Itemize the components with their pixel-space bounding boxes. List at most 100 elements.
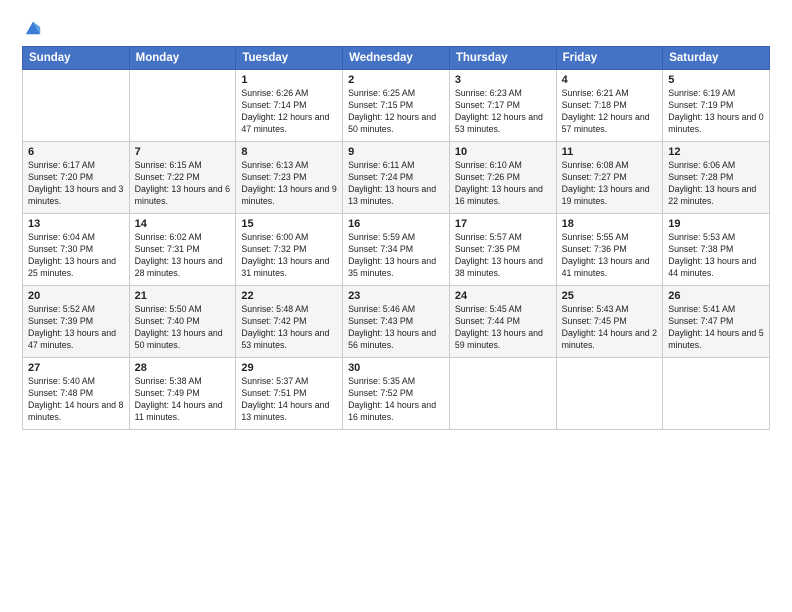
calendar-cell <box>556 358 663 430</box>
day-info: Sunrise: 5:57 AM Sunset: 7:35 PM Dayligh… <box>455 232 551 280</box>
calendar-cell: 22Sunrise: 5:48 AM Sunset: 7:42 PM Dayli… <box>236 286 343 358</box>
header-row: SundayMondayTuesdayWednesdayThursdayFrid… <box>23 47 770 70</box>
calendar-cell: 8 Sunrise: 6:13 AM Sunset: 7:23 PM Daylig… <box>236 142 343 214</box>
calendar-cell <box>129 70 236 142</box>
day-number: 2 <box>348 74 444 86</box>
day-number: 20 <box>28 290 124 302</box>
header <box>22 18 770 36</box>
day-info: Sunrise: 5:48 AM Sunset: 7:42 PM Dayligh… <box>241 304 337 352</box>
day-number: 5 <box>668 74 764 86</box>
calendar-cell: 11 Sunrise: 6:08 AM Sunset: 7:27 PM Dayli… <box>556 142 663 214</box>
calendar-cell: 6 Sunrise: 6:17 AM Sunset: 7:20 PM Daylig… <box>23 142 130 214</box>
day-info: Sunrise: 5:41 AM Sunset: 7:47 PM Dayligh… <box>668 304 764 352</box>
calendar-week-row: 20 Sunrise: 5:52 AM Sunset: 7:39 PM Dayli… <box>23 286 770 358</box>
calendar-header: SundayMondayTuesdayWednesdayThursdayFrid… <box>23 47 770 70</box>
day-number: 28 <box>135 362 231 374</box>
day-of-week-header: Thursday <box>449 47 556 70</box>
day-of-week-header: Saturday <box>663 47 770 70</box>
day-number: 17 <box>455 218 551 230</box>
calendar-cell <box>663 358 770 430</box>
day-number: 7 <box>135 146 231 158</box>
day-info: Sunrise: 5:45 AM Sunset: 7:44 PM Dayligh… <box>455 304 551 352</box>
calendar-week-row: 1Sunrise: 6:26 AM Sunset: 7:14 PM Daylig… <box>23 70 770 142</box>
calendar-cell: 3 Sunrise: 6:23 AM Sunset: 7:17 PM Daylig… <box>449 70 556 142</box>
day-info: Sunrise: 6:15 AM Sunset: 7:22 PM Dayligh… <box>135 160 231 208</box>
day-of-week-header: Wednesday <box>343 47 450 70</box>
day-info: Sunrise: 6:10 AM Sunset: 7:26 PM Dayligh… <box>455 160 551 208</box>
day-info: Sunrise: 5:55 AM Sunset: 7:36 PM Dayligh… <box>562 232 658 280</box>
calendar-week-row: 13Sunrise: 6:04 AM Sunset: 7:30 PM Dayli… <box>23 214 770 286</box>
day-info: Sunrise: 5:35 AM Sunset: 7:52 PM Dayligh… <box>348 376 444 424</box>
calendar-cell: 5 Sunrise: 6:19 AM Sunset: 7:19 PM Daylig… <box>663 70 770 142</box>
day-number: 23 <box>348 290 444 302</box>
day-info: Sunrise: 6:13 AM Sunset: 7:23 PM Dayligh… <box>241 160 337 208</box>
day-info: Sunrise: 5:38 AM Sunset: 7:49 PM Dayligh… <box>135 376 231 424</box>
day-number: 9 <box>348 146 444 158</box>
calendar-cell <box>449 358 556 430</box>
calendar-cell: 15Sunrise: 6:00 AM Sunset: 7:32 PM Dayli… <box>236 214 343 286</box>
day-info: Sunrise: 5:43 AM Sunset: 7:45 PM Dayligh… <box>562 304 658 352</box>
logo-text <box>22 18 42 36</box>
calendar-cell: 13Sunrise: 6:04 AM Sunset: 7:30 PM Dayli… <box>23 214 130 286</box>
day-number: 13 <box>28 218 124 230</box>
calendar-cell: 21Sunrise: 5:50 AM Sunset: 7:40 PM Dayli… <box>129 286 236 358</box>
logo <box>22 18 42 36</box>
calendar-cell: 29 Sunrise: 5:37 AM Sunset: 7:51 PM Dayli… <box>236 358 343 430</box>
day-info: Sunrise: 6:23 AM Sunset: 7:17 PM Dayligh… <box>455 88 551 136</box>
calendar-cell: 2 Sunrise: 6:25 AM Sunset: 7:15 PM Daylig… <box>343 70 450 142</box>
day-number: 8 <box>241 146 337 158</box>
day-number: 26 <box>668 290 764 302</box>
day-info: Sunrise: 6:21 AM Sunset: 7:18 PM Dayligh… <box>562 88 658 136</box>
day-of-week-header: Monday <box>129 47 236 70</box>
day-info: Sunrise: 5:53 AM Sunset: 7:38 PM Dayligh… <box>668 232 764 280</box>
day-number: 15 <box>241 218 337 230</box>
calendar-body: 1Sunrise: 6:26 AM Sunset: 7:14 PM Daylig… <box>23 70 770 430</box>
day-info: Sunrise: 6:11 AM Sunset: 7:24 PM Dayligh… <box>348 160 444 208</box>
calendar-cell: 9 Sunrise: 6:11 AM Sunset: 7:24 PM Daylig… <box>343 142 450 214</box>
calendar-cell: 20 Sunrise: 5:52 AM Sunset: 7:39 PM Dayli… <box>23 286 130 358</box>
day-info: Sunrise: 5:50 AM Sunset: 7:40 PM Dayligh… <box>135 304 231 352</box>
calendar-cell: 28 Sunrise: 5:38 AM Sunset: 7:49 PM Dayli… <box>129 358 236 430</box>
day-info: Sunrise: 6:17 AM Sunset: 7:20 PM Dayligh… <box>28 160 124 208</box>
calendar-cell: 30 Sunrise: 5:35 AM Sunset: 7:52 PM Dayli… <box>343 358 450 430</box>
calendar-cell: 7 Sunrise: 6:15 AM Sunset: 7:22 PM Daylig… <box>129 142 236 214</box>
day-number: 30 <box>348 362 444 374</box>
calendar-cell: 25 Sunrise: 5:43 AM Sunset: 7:45 PM Dayli… <box>556 286 663 358</box>
calendar-cell: 16Sunrise: 5:59 AM Sunset: 7:34 PM Dayli… <box>343 214 450 286</box>
day-info: Sunrise: 6:02 AM Sunset: 7:31 PM Dayligh… <box>135 232 231 280</box>
calendar-cell: 19 Sunrise: 5:53 AM Sunset: 7:38 PM Dayli… <box>663 214 770 286</box>
day-info: Sunrise: 6:06 AM Sunset: 7:28 PM Dayligh… <box>668 160 764 208</box>
day-info: Sunrise: 5:52 AM Sunset: 7:39 PM Dayligh… <box>28 304 124 352</box>
day-number: 19 <box>668 218 764 230</box>
calendar-cell: 10 Sunrise: 6:10 AM Sunset: 7:26 PM Dayli… <box>449 142 556 214</box>
day-number: 29 <box>241 362 337 374</box>
day-number: 1 <box>241 74 337 86</box>
day-number: 27 <box>28 362 124 374</box>
day-info: Sunrise: 6:08 AM Sunset: 7:27 PM Dayligh… <box>562 160 658 208</box>
day-info: Sunrise: 5:37 AM Sunset: 7:51 PM Dayligh… <box>241 376 337 424</box>
page: SundayMondayTuesdayWednesdayThursdayFrid… <box>0 0 792 612</box>
day-number: 6 <box>28 146 124 158</box>
calendar-cell: 27 Sunrise: 5:40 AM Sunset: 7:48 PM Dayli… <box>23 358 130 430</box>
day-number: 25 <box>562 290 658 302</box>
day-number: 3 <box>455 74 551 86</box>
day-info: Sunrise: 6:19 AM Sunset: 7:19 PM Dayligh… <box>668 88 764 136</box>
day-of-week-header: Friday <box>556 47 663 70</box>
calendar-cell: 17 Sunrise: 5:57 AM Sunset: 7:35 PM Dayli… <box>449 214 556 286</box>
day-number: 10 <box>455 146 551 158</box>
calendar-cell: 4Sunrise: 6:21 AM Sunset: 7:18 PM Daylig… <box>556 70 663 142</box>
calendar-cell: 26 Sunrise: 5:41 AM Sunset: 7:47 PM Dayli… <box>663 286 770 358</box>
day-number: 16 <box>348 218 444 230</box>
day-info: Sunrise: 6:25 AM Sunset: 7:15 PM Dayligh… <box>348 88 444 136</box>
logo-icon <box>24 18 42 36</box>
calendar-cell <box>23 70 130 142</box>
calendar-cell: 12 Sunrise: 6:06 AM Sunset: 7:28 PM Dayli… <box>663 142 770 214</box>
day-number: 14 <box>135 218 231 230</box>
calendar-cell: 14 Sunrise: 6:02 AM Sunset: 7:31 PM Dayli… <box>129 214 236 286</box>
day-number: 24 <box>455 290 551 302</box>
day-info: Sunrise: 5:40 AM Sunset: 7:48 PM Dayligh… <box>28 376 124 424</box>
day-number: 12 <box>668 146 764 158</box>
calendar-cell: 23Sunrise: 5:46 AM Sunset: 7:43 PM Dayli… <box>343 286 450 358</box>
calendar-cell: 18Sunrise: 5:55 AM Sunset: 7:36 PM Dayli… <box>556 214 663 286</box>
day-number: 11 <box>562 146 658 158</box>
